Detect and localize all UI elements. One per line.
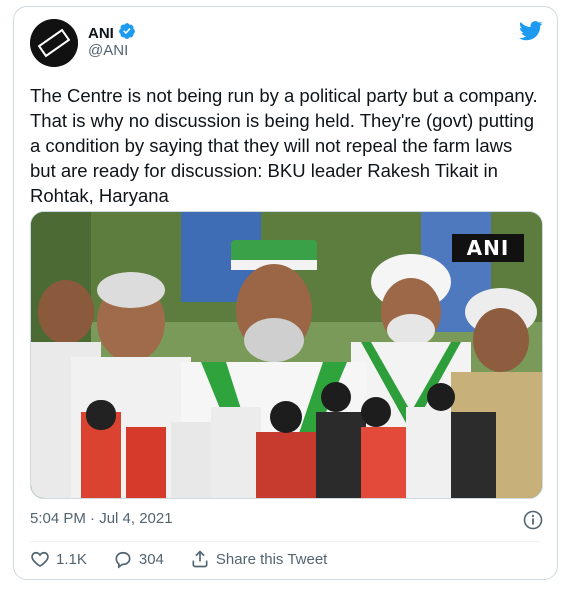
- tweet-media-image[interactable]: ANI: [30, 211, 543, 499]
- like-button[interactable]: 1.1K: [30, 549, 87, 569]
- reply-button[interactable]: 304: [113, 549, 164, 569]
- tweet-text: The Centre is not being run by a politic…: [30, 85, 538, 206]
- share-label: Share this Tweet: [215, 550, 328, 568]
- twitter-logo-icon[interactable]: [518, 21, 543, 46]
- share-icon: [190, 549, 210, 569]
- media-watermark-logo: ANI: [452, 234, 524, 262]
- reply-count: 304: [138, 550, 164, 568]
- reply-icon: [113, 549, 133, 569]
- share-button[interactable]: Share this Tweet: [190, 549, 327, 569]
- like-count: 1.1K: [56, 550, 87, 568]
- author-handle[interactable]: @ANI: [88, 42, 128, 59]
- info-icon[interactable]: [523, 510, 543, 535]
- heart-icon: [30, 549, 50, 569]
- avatar[interactable]: [30, 19, 78, 67]
- author-name[interactable]: ANI: [88, 25, 114, 42]
- tweet-timestamp[interactable]: 5:04 PM · Jul 4, 2021: [30, 510, 173, 527]
- tweet-card[interactable]: ANI @ANI The Centre is not being run by …: [13, 6, 558, 580]
- divider: [30, 541, 541, 542]
